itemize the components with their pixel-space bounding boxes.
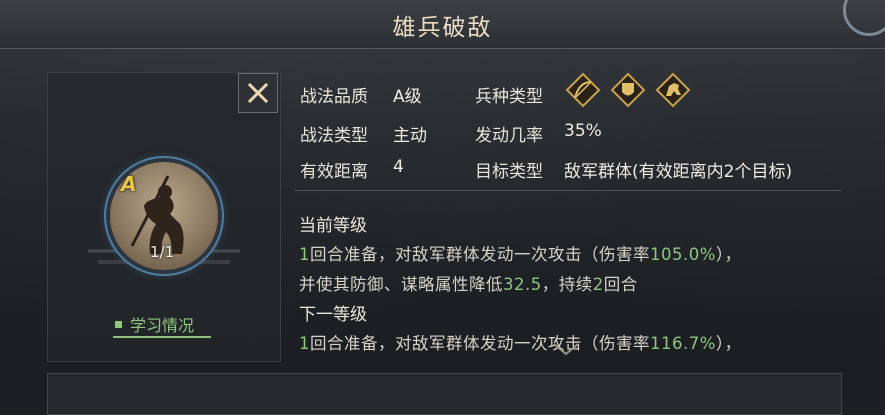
target-type-value: 敌军群体(有效距离内2个目标)	[564, 162, 793, 182]
skill-progress: 1/1	[150, 243, 175, 261]
text-span: 并使其防御、谋略属性降低	[299, 275, 503, 294]
current-level-title: 当前等级	[299, 216, 367, 236]
close-button[interactable]	[238, 73, 278, 113]
current-level-line-1: 1回合准备，对敌军群体发动一次攻击（伤害率105.0%），	[299, 241, 742, 265]
target-type-label: 目标类型	[475, 162, 543, 182]
troop-type-label: 兵种类型	[475, 87, 543, 107]
cavalry-crest-icon[interactable]	[655, 72, 691, 108]
next-level-line-1: 1回合准备，对敌军群体发动一次攻击（伤害率116.7%），	[299, 330, 742, 354]
next-level-title: 下一等级	[299, 305, 367, 325]
quality-value: A级	[393, 87, 422, 107]
value-highlight: 116.7%	[650, 334, 716, 353]
section-divider	[294, 190, 842, 191]
bottom-panel	[47, 373, 842, 415]
quality-label: 战法品质	[300, 87, 368, 107]
shield-crest-icon[interactable]	[610, 72, 646, 108]
square-bullet-icon	[115, 320, 122, 328]
trigger-rate-label: 发动几率	[475, 126, 543, 146]
text-span: 回合	[603, 275, 638, 294]
page-title: 雄兵破敌	[392, 15, 493, 41]
value-highlight: 2	[592, 275, 604, 294]
study-status-link[interactable]: 学习情况	[113, 312, 211, 338]
scroll-down-chevron-icon[interactable]	[552, 342, 580, 356]
value-highlight: 1	[299, 334, 310, 353]
text-span: 回合准备，对敌军群体发动一次攻击（伤害率	[310, 334, 650, 353]
value-highlight: 32.5	[503, 275, 542, 294]
value-highlight: 105.0%	[650, 245, 716, 264]
text-span: ，持续	[541, 275, 593, 294]
current-level-line-2: 并使其防御、谋略属性降低32.5，持续2回合	[299, 271, 638, 295]
archer-crest-icon[interactable]	[565, 72, 601, 108]
skill-type-label: 战法类型	[300, 126, 368, 146]
study-status-label: 学习情况	[130, 316, 195, 335]
text-span: ），	[715, 245, 742, 264]
text-span: ），	[715, 334, 742, 353]
range-label: 有效距离	[300, 162, 368, 182]
title-bar: 雄兵破敌	[0, 0, 885, 49]
text-span: 回合准备，对敌军群体发动一次攻击（伤害率	[310, 245, 650, 264]
close-icon	[247, 82, 269, 104]
trigger-rate-value: 35%	[564, 121, 602, 141]
range-value: 4	[393, 157, 404, 177]
value-highlight: 1	[299, 245, 310, 264]
grade-badge: A	[121, 172, 137, 196]
skill-type-value: 主动	[393, 126, 427, 146]
